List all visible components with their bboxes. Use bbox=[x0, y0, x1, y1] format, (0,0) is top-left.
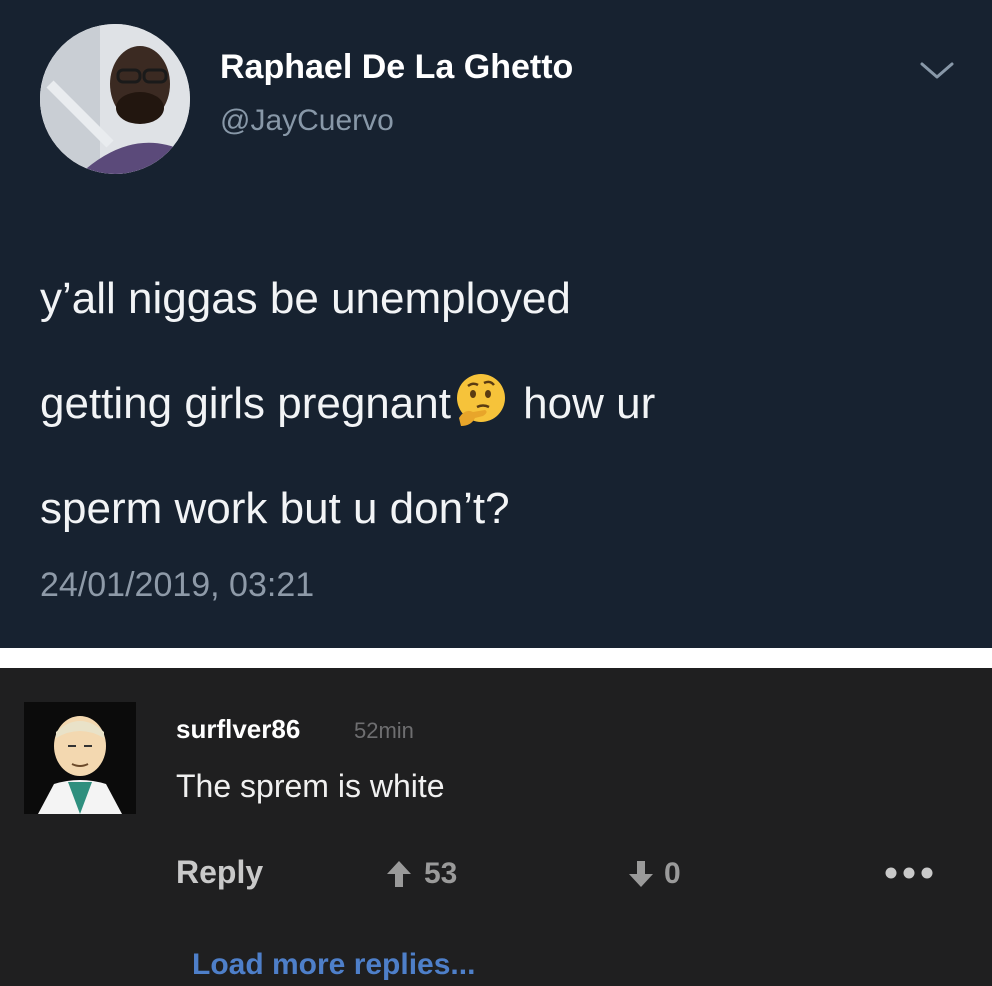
author-handle[interactable]: @JayCuervo bbox=[220, 104, 394, 138]
arrow-up-icon bbox=[387, 861, 411, 887]
section-divider bbox=[0, 648, 992, 668]
comment-text: The sprem is white bbox=[176, 768, 445, 804]
tweet-text: y’all niggas be unemployed getting girls… bbox=[40, 246, 960, 561]
tweet-card: Raphael De La Ghetto @JayCuervo y’all ni… bbox=[0, 0, 992, 648]
tweet-text-line-3: sperm work but u don’t? bbox=[40, 484, 510, 533]
comment-time: 52min bbox=[354, 718, 414, 743]
author-avatar[interactable] bbox=[40, 24, 190, 174]
comment-card: surflver86 52min The sprem is white Repl… bbox=[0, 668, 992, 986]
downvote-button[interactable]: 0 bbox=[628, 856, 681, 892]
upvote-count: 53 bbox=[424, 857, 458, 890]
tweet-text-line-2a: getting girls pregnant bbox=[40, 379, 451, 428]
tweet-text-line-2: getting girls pregnant how ur bbox=[40, 351, 960, 456]
reply-button[interactable]: Reply bbox=[176, 854, 263, 891]
load-more-replies-link[interactable]: Load more replies... bbox=[192, 948, 475, 982]
commenter-username[interactable]: surflver86 bbox=[176, 714, 300, 745]
author-name[interactable]: Raphael De La Ghetto bbox=[220, 48, 573, 87]
tweet-text-line-1: y’all niggas be unemployed bbox=[40, 274, 571, 323]
tweet-text-line-2b: how ur bbox=[510, 379, 656, 428]
thinking-face-emoji-icon bbox=[456, 374, 505, 426]
tweet-timestamp[interactable]: 24/01/2019, 03:21 bbox=[40, 566, 314, 605]
commenter-avatar[interactable] bbox=[24, 702, 136, 814]
upvote-button[interactable]: 53 bbox=[386, 856, 457, 892]
chevron-down-icon[interactable] bbox=[918, 58, 956, 82]
more-dots-icon[interactable] bbox=[882, 864, 936, 882]
arrow-down-icon bbox=[629, 861, 653, 887]
downvote-count: 0 bbox=[664, 857, 681, 890]
